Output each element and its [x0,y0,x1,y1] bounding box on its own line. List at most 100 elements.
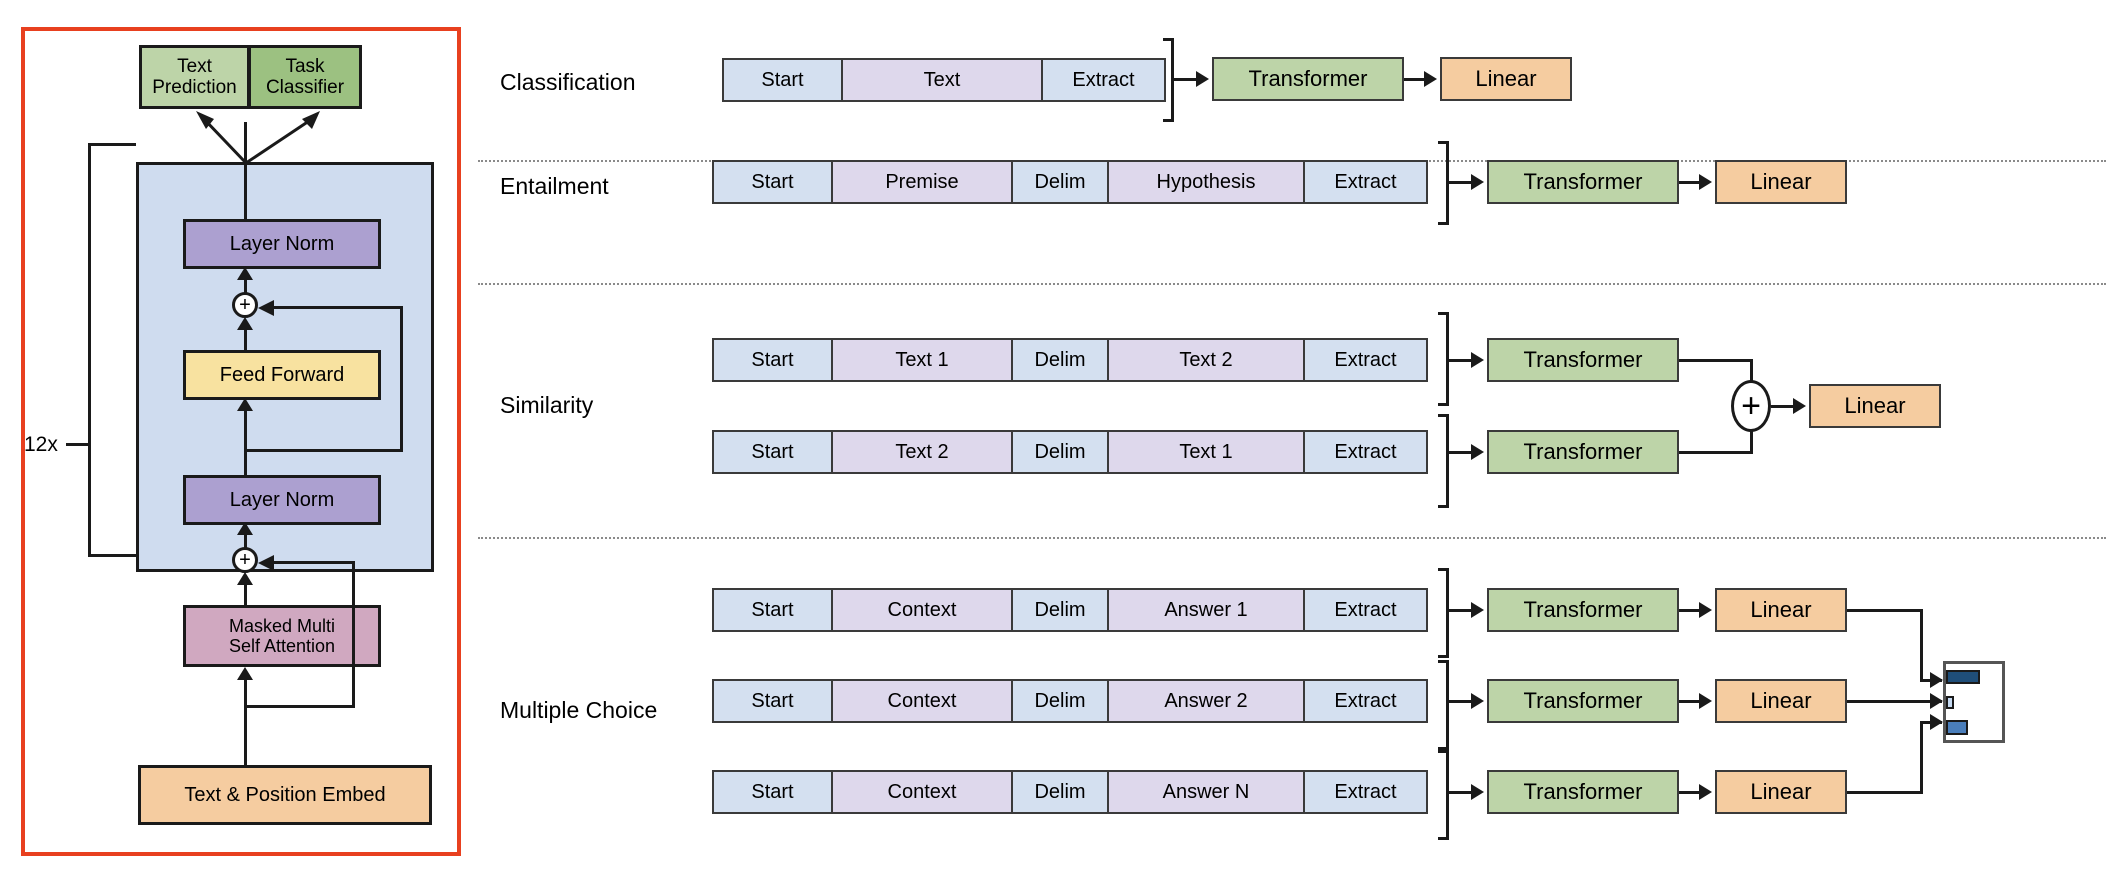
embed-to-attention-arrowhead [237,667,253,680]
token-delim[interactable]: Delim [1012,770,1108,814]
token-start[interactable]: Start [712,588,832,632]
transformer-entailment[interactable]: Transformer [1487,160,1679,204]
token-delim[interactable]: Delim [1012,338,1108,382]
transformer-multiple-choice-2[interactable]: Transformer [1487,770,1679,814]
arrow-ent-to-transformer [1471,174,1484,190]
token-hypothesis[interactable]: Hypothesis [1108,160,1304,204]
sequence-similarity-0: Start Text 1 Delim Text 2 Extract [712,338,1428,382]
token-text[interactable]: Text [842,58,1042,102]
residual-1-vertical [352,561,355,708]
token-start[interactable]: Start [722,58,842,102]
text-prediction-head[interactable]: Text Prediction [139,45,249,109]
sequence-multiple-choice-1: Start Context Delim Answer 2 Extract [712,679,1428,723]
linear-multiple-choice-1[interactable]: Linear [1715,679,1847,723]
arrow-mc0-to-transformer [1471,602,1484,618]
token-start[interactable]: Start [712,430,832,474]
residual-1-bottom [244,705,355,708]
bracket-entailment [1438,141,1449,225]
transformer-classification[interactable]: Transformer [1212,57,1404,101]
linear-entailment[interactable]: Linear [1715,160,1847,204]
masked-attention-line1: Masked Multi [228,615,335,636]
arrow-mc1-into-chart [1930,693,1943,709]
token-context[interactable]: Context [832,588,1012,632]
token-context[interactable]: Context [832,770,1012,814]
token-text-2[interactable]: Text 2 [1108,338,1304,382]
arrow-mc0-transformer-to-linear [1699,602,1712,618]
masked-attention-line2: Self Attention [228,636,336,656]
residual-add-2: + [232,292,258,318]
transformer-multiple-choice-1[interactable]: Transformer [1487,679,1679,723]
text-prediction-line1: Text [177,55,212,77]
transformer-similarity-1[interactable]: Transformer [1487,430,1679,474]
token-extract[interactable]: Extract [1304,338,1428,382]
residual-1-top [272,561,355,564]
answer-score-bar [1946,720,1968,735]
token-start[interactable]: Start [712,338,832,382]
linear-multiple-choice-2[interactable]: Linear [1715,770,1847,814]
token-context[interactable]: Context [832,679,1012,723]
token-text-1[interactable]: Text 1 [1108,430,1304,474]
layernorm-to-feedforward-line [244,410,247,475]
attention-to-add1-arrowhead [237,572,253,585]
token-answer-n[interactable]: Answer N [1108,770,1304,814]
residual-add-1: + [232,547,258,573]
arrow-cls-transformer-to-linear [1424,71,1437,87]
sequence-similarity-1: Start Text 2 Delim Text 1 Extract [712,430,1428,474]
bracket-classification [1163,38,1174,122]
token-text-2[interactable]: Text 2 [832,430,1012,474]
task-label-similarity: Similarity [500,391,594,418]
task-classifier-head[interactable]: Task Classifier [249,45,362,109]
residual-2-arrowhead [258,300,274,316]
add2-to-layernormtop-arrowhead [237,267,253,280]
arrow-ent-transformer-to-linear [1699,174,1712,190]
conn-sim1-merge-h [1679,451,1753,454]
token-delim[interactable]: Delim [1012,588,1108,632]
token-answer-2[interactable]: Answer 2 [1108,679,1304,723]
linear-multiple-choice-0[interactable]: Linear [1715,588,1847,632]
token-start[interactable]: Start [712,160,832,204]
token-text-1[interactable]: Text 1 [832,338,1012,382]
sequence-entailment-0: Start Premise Delim Hypothesis Extract [712,160,1428,204]
token-delim[interactable]: Delim [1012,160,1108,204]
repeat-bracket-vertical [88,143,91,557]
bracket-similarity-1 [1438,414,1449,508]
residual-2-bottom [244,449,403,452]
residual-2-vertical [400,306,403,451]
conn-sim0-merge-v [1750,359,1753,382]
text-and-position-embed-block[interactable]: Text & Position Embed [138,765,432,825]
layer-norm-top-block[interactable]: Layer Norm [183,219,381,269]
token-extract[interactable]: Extract [1304,679,1428,723]
token-extract[interactable]: Extract [1304,160,1428,204]
layer-norm-bottom-block[interactable]: Layer Norm [183,475,381,525]
linear-classification[interactable]: Linear [1440,57,1572,101]
token-extract[interactable]: Extract [1304,588,1428,632]
answer-score-bar [1946,696,1954,709]
task-label-multiple-choice: Multiple Choice [500,696,658,723]
token-start[interactable]: Start [712,770,832,814]
sequence-classification-0: Start Text Extract [722,58,1166,102]
arrow-mc2-transformer-to-linear [1699,784,1712,800]
task-classifier-line2: Classifier [265,77,345,98]
token-extract[interactable]: Extract [1304,770,1428,814]
token-premise[interactable]: Premise [832,160,1012,204]
token-delim[interactable]: Delim [1012,679,1108,723]
feed-forward-block[interactable]: Feed Forward [183,350,381,400]
arrow-mc0-into-chart [1930,672,1943,688]
repeat-bracket-bottom [88,554,136,557]
add1-to-layernorm-arrowhead [237,522,253,535]
bracket-multiple-choice-2 [1438,750,1449,840]
separator-3 [478,537,2106,539]
conn-mc1-to-chart-h [1847,700,1942,703]
token-extract[interactable]: Extract [1304,430,1428,474]
token-answer-1[interactable]: Answer 1 [1108,588,1304,632]
task-classifier-line1: Task [285,55,325,77]
token-delim[interactable]: Delim [1012,430,1108,474]
transformer-similarity-0[interactable]: Transformer [1487,338,1679,382]
linear-similarity[interactable]: Linear [1809,384,1941,428]
transformer-multiple-choice-0[interactable]: Transformer [1487,588,1679,632]
token-start[interactable]: Start [712,679,832,723]
token-extract[interactable]: Extract [1042,58,1166,102]
feedforward-to-add2-arrowhead [237,317,253,330]
arrow-sim1-to-transformer [1471,444,1484,460]
arrow-mc1-to-transformer [1471,693,1484,709]
